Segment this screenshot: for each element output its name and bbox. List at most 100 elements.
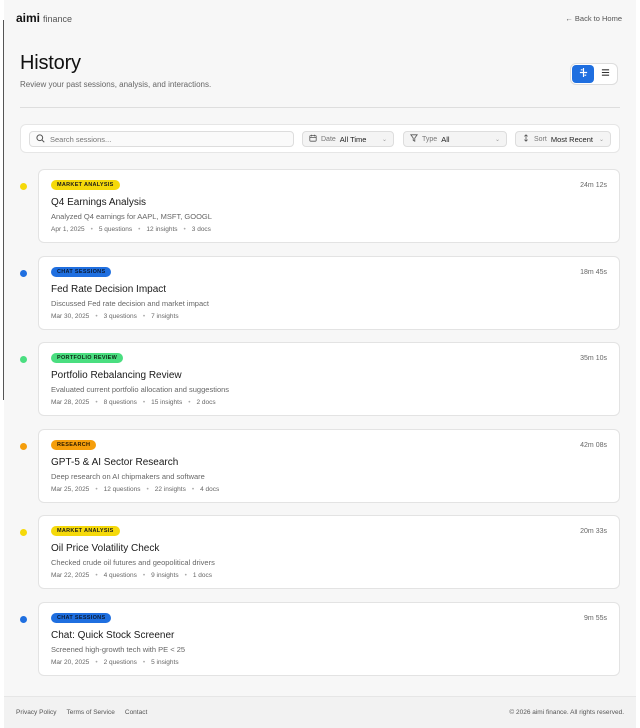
session-stat: 3 docs [191,226,211,233]
timeline-dot [20,443,27,450]
session-meta: Mar 28, 2025 • 8 questions • 15 insights • 2 d… [51,399,216,406]
meta-separator: • [183,226,186,233]
session-stat: 5 insights [151,659,179,666]
meta-separator: • [142,399,146,406]
search-input[interactable] [50,134,280,144]
search-box [29,131,294,147]
session-stat: 4 docs [200,486,220,493]
meta-separator: • [95,659,98,666]
session-card[interactable]: MARKET ANALYSIS 20m 33s Oil Price Volatili… [38,515,620,589]
timeline-dot [20,270,27,277]
meta-separator: • [142,572,146,579]
session-duration: 24m 12s [580,182,607,189]
session-card[interactable]: CHAT SESSIONS 18m 45s Fed Rate Decision Im… [38,256,620,330]
page-subtitle: Review your past sessions, analysis, and… [20,80,212,89]
meta-separator: • [138,226,141,233]
category-badge: MARKET ANALYSIS [51,180,120,190]
sort-filter-value: Most Recent [550,134,593,144]
header-divider [20,107,620,108]
session-description: Discussed Fed rate decision and market i… [51,299,209,308]
session-meta: Mar 22, 2025 • 4 questions • 9 insights • 1 do… [51,572,212,579]
page-header: History Review your past sessions, analy… [20,52,211,89]
chevron-down-icon: ⌄ [494,136,500,143]
session-card[interactable]: CHAT SESSIONS 9m 55s Chat: Quick Stock Scr… [38,602,620,676]
session-title: GPT-5 & AI Sector Research [51,457,179,468]
chevron-down-icon: ⌄ [598,136,604,143]
session-duration: 35m 10s [580,355,607,362]
timeline-dot [20,356,27,363]
session-date: Mar 22, 2025 [51,572,90,579]
category-badge: RESEARCH [51,440,97,450]
copyright: © 2026 aimi finance. All rights reserved… [509,709,624,716]
session-duration: 42m 08s [580,442,607,449]
meta-separator: • [95,313,98,320]
session-stat: 9 insights [151,572,179,579]
meta-separator: • [146,486,149,493]
session-meta: Mar 30, 2025 • 3 questions • 7 insights [51,313,179,320]
session-card[interactable]: PORTFOLIO REVIEW 35m 10s Portfolio Rebalan… [38,342,620,416]
timeline-icon [579,68,588,80]
meta-separator: • [191,486,195,493]
category-badge: CHAT SESSIONS [51,267,112,277]
session-meta: Mar 25, 2025 • 12 questions • 22 insights • 4 … [51,486,219,493]
brand-sub: finance [43,14,73,24]
session-card[interactable]: MARKET ANALYSIS 24m 12s Q4 Earnings Analys… [38,169,620,243]
list-icon [601,68,610,80]
session-description: Screened high-growth tech with PE < 25 [51,645,186,654]
session-stat: 7 insights [151,313,179,320]
session-duration: 20m 33s [580,528,607,535]
session-title: Portfolio Rebalancing Review [51,370,182,381]
type-filter[interactable]: Type All ⌄ [403,131,507,147]
session-date: Mar 25, 2025 [51,486,90,493]
logo[interactable]: aimi finance [16,11,72,25]
session-date: Apr 1, 2025 [51,226,85,233]
back-to-home-link[interactable]: ← Back to Home [565,14,622,23]
session-date: Mar 20, 2025 [51,659,90,666]
session-description: Deep research on AI chipmakers and softw… [51,472,205,481]
session-duration: 18m 45s [580,269,607,276]
timeline-dot [20,183,27,190]
view-toggle [570,63,618,85]
category-badge: PORTFOLIO REVIEW [51,353,124,363]
session-stat: 12 insights [146,226,178,233]
sort-filter[interactable]: Sort Most Recent ⌄ [515,131,611,147]
session-title: Oil Price Volatility Check [51,543,160,554]
filter-bar: Date All Time ⌄ Type All ⌄ Sort Most Rec… [20,124,620,153]
category-badge: MARKET ANALYSIS [51,526,120,536]
type-filter-label: Type [422,135,438,143]
timeline-dot [20,616,27,623]
session-title: Fed Rate Decision Impact [51,284,167,295]
session-date: Mar 28, 2025 [51,399,90,406]
meta-separator: • [142,659,146,666]
page-frame: aimi finance ← Back to Home History Revi… [4,0,636,728]
footer-links: Privacy Policy Terms of Service Contact [16,709,147,716]
session-date: Mar 30, 2025 [51,313,90,320]
sort-filter-label: Sort [534,135,547,143]
meta-separator: • [95,572,98,579]
top-bar: aimi finance ← Back to Home [4,0,636,36]
session-card[interactable]: RESEARCH 42m 08s GPT-5 & AI Sector Researc… [38,429,620,503]
type-filter-value: All [441,134,450,144]
session-stat: 4 questions [103,572,137,579]
privacy-policy-link[interactable]: Privacy Policy [16,709,56,716]
date-filter[interactable]: Date All Time ⌄ [302,131,394,147]
filter-icon [410,134,418,144]
timeline-view-button[interactable] [572,65,594,83]
meta-separator: • [184,572,187,579]
session-stat: 12 questions [103,486,141,493]
meta-separator: • [90,226,93,233]
list-view-button[interactable] [594,65,616,83]
session-description: Evaluated current portfolio allocation a… [51,385,230,394]
session-title: Chat: Quick Stock Screener [51,630,175,641]
session-stat: 8 questions [103,399,137,406]
footer: Privacy Policy Terms of Service Contact … [4,696,636,728]
session-stat: 2 docs [196,399,216,406]
session-stat: 2 questions [103,659,137,666]
session-meta: Apr 1, 2025 • 5 questions • 12 insights • 3 do… [51,226,211,233]
session-stat: 5 questions [98,226,133,233]
chevron-down-icon: ⌄ [381,136,387,143]
session-meta: Mar 20, 2025 • 2 questions • 5 insights [51,659,179,666]
terms-of-service-link[interactable]: Terms of Service [66,709,114,716]
contact-link[interactable]: Contact [125,709,147,716]
calendar-icon [309,134,317,144]
